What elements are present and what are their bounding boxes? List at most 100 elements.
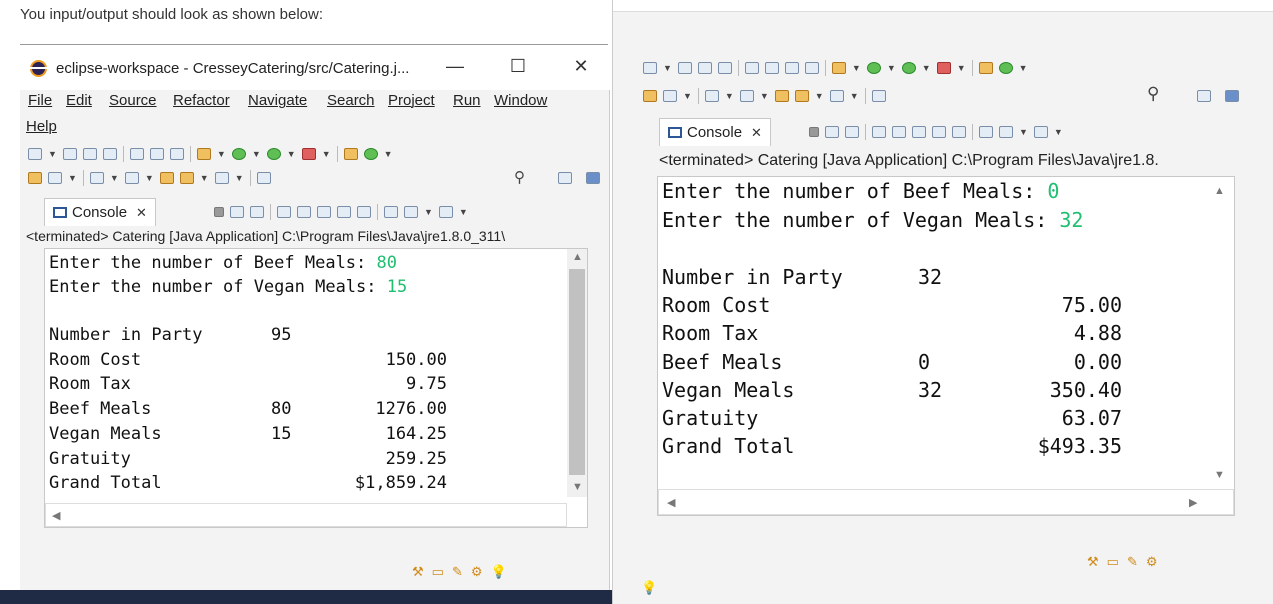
last-edit-icon[interactable]: [159, 172, 174, 184]
close-icon[interactable]: ✕: [751, 125, 762, 141]
terminal-icon[interactable]: [717, 62, 732, 74]
coverage-icon[interactable]: [266, 148, 281, 160]
notifications-icon[interactable]: ⚒: [1087, 554, 1099, 570]
menu-edit[interactable]: Edit: [66, 92, 92, 109]
horizontal-scrollbar[interactable]: ◀: [45, 503, 567, 527]
horizontal-scrollbar[interactable]: ◀ ▶: [658, 489, 1234, 515]
display-console-icon[interactable]: [404, 206, 418, 218]
back-icon[interactable]: [179, 172, 194, 184]
tasks-icon[interactable]: ▭: [432, 564, 444, 580]
pin-icon[interactable]: [149, 148, 164, 160]
tip-icon[interactable]: ✎: [1127, 554, 1138, 570]
open-console-icon[interactable]: [438, 206, 453, 218]
save-all-icon[interactable]: [697, 62, 712, 74]
close-button[interactable]: ✕: [566, 56, 596, 80]
coverage-icon[interactable]: [901, 62, 916, 74]
close-icon[interactable]: ✕: [136, 205, 147, 221]
word-wrap-icon[interactable]: [317, 206, 331, 218]
last-edit-icon[interactable]: [774, 90, 789, 102]
remove-launch-icon[interactable]: [230, 206, 244, 218]
task-icon[interactable]: [169, 148, 184, 160]
menu-search[interactable]: Search: [327, 92, 375, 109]
show-stdout-icon[interactable]: [932, 126, 946, 138]
run-icon[interactable]: [231, 148, 246, 160]
scroll-lock-icon[interactable]: [892, 126, 906, 138]
tab-console[interactable]: Console ✕: [659, 118, 771, 146]
task-icon[interactable]: [784, 62, 799, 74]
skip-breakpoints-icon[interactable]: [744, 62, 759, 74]
save-icon[interactable]: [62, 148, 77, 160]
terminate-icon[interactable]: [809, 127, 819, 137]
back-icon[interactable]: [794, 90, 809, 102]
search-icon[interactable]: ⚲: [1147, 84, 1159, 104]
java-perspective-icon[interactable]: [1225, 90, 1239, 102]
scroll-lock-icon[interactable]: [297, 206, 311, 218]
run-icon[interactable]: [866, 62, 881, 74]
console-output[interactable]: Enter the number of Beef Meals: 0 Enter …: [657, 176, 1235, 516]
lightbulb-icon[interactable]: 💡: [641, 580, 657, 596]
remove-launch-icon[interactable]: [825, 126, 839, 138]
debug-icon[interactable]: [831, 62, 846, 74]
tip-icon[interactable]: ✎: [452, 564, 463, 580]
show-stderr-icon[interactable]: [952, 126, 966, 138]
new-class-icon[interactable]: [998, 62, 1013, 74]
clear-console-icon[interactable]: [277, 206, 291, 218]
scroll-thumb[interactable]: [569, 269, 585, 475]
open-perspective-icon[interactable]: [1197, 90, 1211, 102]
open-type-icon[interactable]: [643, 90, 657, 102]
save-all-icon[interactable]: [82, 148, 97, 160]
menu-window[interactable]: Window: [494, 92, 547, 109]
menu-run[interactable]: Run: [453, 92, 481, 109]
prev-annotation-icon[interactable]: [739, 90, 754, 102]
forward-icon[interactable]: [214, 172, 229, 184]
remove-all-icon[interactable]: [250, 206, 264, 218]
minimize-button[interactable]: —: [440, 56, 470, 80]
scroll-up-icon[interactable]: ▲: [1214, 185, 1225, 197]
new-class-icon[interactable]: [363, 148, 378, 160]
forward-icon[interactable]: [829, 90, 844, 102]
external-tools-icon[interactable]: [301, 148, 316, 160]
pin-console-icon[interactable]: [979, 126, 993, 138]
scroll-up-icon[interactable]: ▲: [572, 251, 583, 263]
menu-refactor[interactable]: Refactor: [173, 92, 230, 109]
maximize-button[interactable]: ☐: [503, 56, 533, 80]
menu-navigate[interactable]: Navigate: [248, 92, 307, 109]
new-icon[interactable]: [28, 148, 42, 160]
pin-editor-icon[interactable]: [871, 90, 886, 102]
pin-console-icon[interactable]: [384, 206, 398, 218]
java-perspective-icon[interactable]: [586, 172, 600, 184]
menu-source[interactable]: Source: [109, 92, 157, 109]
terminate-icon[interactable]: [214, 207, 224, 217]
show-whitespace-icon[interactable]: [804, 62, 819, 74]
scroll-left-icon[interactable]: ◀: [52, 509, 60, 522]
show-stdout-icon[interactable]: [337, 206, 351, 218]
console-output[interactable]: Enter the number of Beef Meals: 80 Enter…: [44, 248, 588, 528]
remove-all-icon[interactable]: [845, 126, 859, 138]
search-tool-icon[interactable]: [663, 90, 677, 102]
search-tool-icon[interactable]: [48, 172, 62, 184]
open-type-icon[interactable]: [28, 172, 42, 184]
open-console-icon[interactable]: [1033, 126, 1048, 138]
show-stderr-icon[interactable]: [357, 206, 371, 218]
debug-icon[interactable]: [196, 148, 211, 160]
new-icon[interactable]: [643, 62, 657, 74]
vertical-scrollbar[interactable]: ▲ ▼: [567, 249, 587, 497]
open-perspective-icon[interactable]: [558, 172, 572, 184]
menu-help[interactable]: Help: [26, 118, 57, 135]
tab-console[interactable]: Console ✕: [44, 198, 156, 226]
next-annotation-icon[interactable]: [89, 172, 104, 184]
notifications-icon[interactable]: ⚒: [412, 564, 424, 580]
progress-icon[interactable]: ⚙: [471, 564, 483, 580]
scroll-left-icon[interactable]: ◀: [667, 496, 675, 509]
new-package-icon[interactable]: [343, 148, 358, 160]
pin-editor-icon[interactable]: [256, 172, 271, 184]
search-icon[interactable]: ⚲: [514, 168, 525, 186]
new-package-icon[interactable]: [978, 62, 993, 74]
lightbulb-icon[interactable]: 💡: [491, 564, 507, 580]
save-icon[interactable]: [677, 62, 692, 74]
scroll-down-icon[interactable]: ▼: [1214, 469, 1225, 481]
tasks-icon[interactable]: ▭: [1107, 554, 1119, 570]
display-console-icon[interactable]: [999, 126, 1013, 138]
clear-console-icon[interactable]: [872, 126, 886, 138]
menu-project[interactable]: Project: [388, 92, 435, 109]
